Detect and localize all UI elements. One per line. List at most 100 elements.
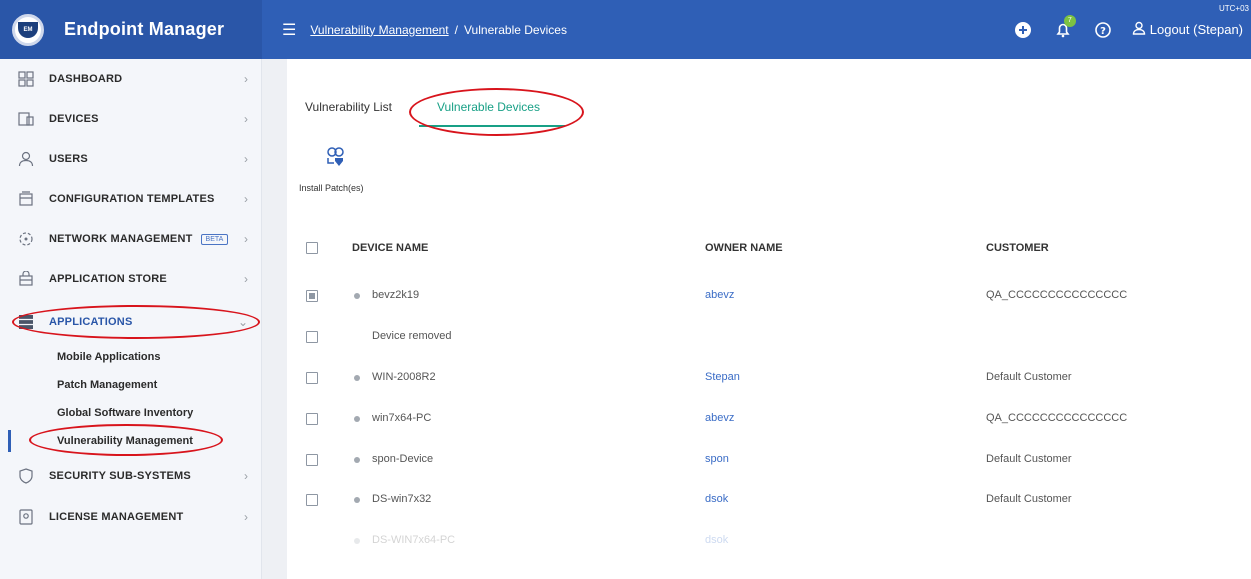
dashboard-icon [18, 71, 34, 87]
row-checkbox[interactable] [306, 454, 318, 466]
network-icon [18, 231, 34, 247]
breadcrumb-parent-link[interactable]: Vulnerability Management [310, 23, 448, 37]
chevron-right-icon: › [244, 510, 248, 524]
row-checkbox[interactable] [306, 331, 318, 343]
sidebar-item-label: APPLICATION STORE [49, 273, 167, 285]
sidebar-item-security-sub-systems[interactable]: SECURITY SUB-SYSTEMS › [0, 456, 262, 496]
brand[interactable]: EM Endpoint Manager [0, 0, 262, 59]
users-icon [18, 151, 34, 167]
sidebar-item-license-management[interactable]: LICENSE MANAGEMENT › [0, 497, 262, 537]
sidebar-item-label: LICENSE MANAGEMENT [49, 511, 184, 523]
svg-text:?: ? [1100, 26, 1106, 37]
topbar-actions: 7 ? Logout (Stepan) [992, 0, 1243, 59]
install-patch-button[interactable]: Install Patch(es) [299, 183, 364, 193]
sidebar-item-application-store[interactable]: APPLICATION STORE › [0, 259, 262, 299]
device-name[interactable]: DS-win7x32 [372, 493, 431, 505]
status-dot [354, 538, 360, 544]
top-bar: EM Endpoint Manager ☰ Vulnerability Mana… [0, 0, 1251, 59]
sidebar-subitem-mobile-applications[interactable]: Mobile Applications [57, 351, 161, 363]
annotation-oval-vulnerability-management [29, 424, 223, 456]
app-title: Endpoint Manager [64, 19, 225, 39]
device-name[interactable]: spon-Device [372, 453, 433, 465]
sidebar-item-label: SECURITY SUB-SYSTEMS [49, 470, 191, 482]
timezone-label: UTC+03 [1218, 4, 1249, 13]
row-checkbox[interactable] [306, 413, 318, 425]
sidebar-subitem-patch-management[interactable]: Patch Management [57, 379, 157, 391]
sidebar-item-label: USERS [49, 153, 88, 165]
sidebar: DASHBOARD › DEVICES › USERS › CONFIGURAT… [0, 59, 262, 579]
customer-name: QA_CCCCCCCCCCCCCCC [986, 412, 1128, 424]
tab-vulnerability-list[interactable]: Vulnerability List [305, 100, 392, 114]
device-name: Device removed [372, 330, 452, 342]
sidebar-item-label: DEVICES [49, 113, 99, 125]
column-header-owner-name[interactable]: OWNER NAME [705, 242, 783, 254]
column-header-device-name[interactable]: DEVICE NAME [352, 242, 428, 254]
device-name[interactable]: WIN-2008R2 [372, 371, 436, 383]
status-dot [354, 497, 360, 503]
owner-name-link[interactable]: dsok [705, 493, 728, 505]
sidebar-item-label: CONFIGURATION TEMPLATES [49, 193, 215, 205]
sidebar-item-devices[interactable]: DEVICES › [0, 99, 262, 139]
sidebar-subitem-global-software-inventory[interactable]: Global Software Inventory [57, 407, 193, 419]
annotation-oval-vulnerable-devices [409, 88, 584, 136]
customer-name: Default Customer [986, 453, 1072, 465]
install-patch-icon[interactable] [325, 146, 347, 168]
plus-circle-icon[interactable] [1014, 21, 1032, 39]
content-gutter [262, 59, 287, 579]
chevron-right-icon: › [244, 272, 248, 286]
beta-badge: BETA [200, 233, 229, 245]
owner-name-link[interactable]: Stepan [705, 371, 740, 383]
chevron-right-icon: › [244, 469, 248, 483]
notification-badge: 7 [1063, 14, 1076, 27]
status-dot [354, 293, 360, 299]
breadcrumb-current: Vulnerable Devices [464, 22, 567, 37]
active-indicator [8, 430, 11, 452]
logout-button[interactable]: Logout (Stepan) [1132, 21, 1243, 38]
row-checkbox[interactable] [306, 290, 318, 302]
menu-icon[interactable]: ☰ [282, 20, 296, 40]
devices-icon [18, 111, 34, 127]
status-dot [354, 457, 360, 463]
annotation-oval-applications [12, 305, 260, 339]
device-name[interactable]: win7x64-PC [372, 412, 431, 424]
owner-name-link[interactable]: abevz [705, 412, 734, 424]
select-all-checkbox[interactable] [306, 242, 318, 254]
status-dot [354, 375, 360, 381]
device-name[interactable]: bevz2k19 [372, 289, 419, 301]
store-icon [18, 271, 34, 287]
owner-name-link[interactable]: dsok [705, 534, 728, 546]
sidebar-item-configuration-templates[interactable]: CONFIGURATION TEMPLATES › [0, 179, 262, 219]
customer-name: QA_CCCCCCCCCCCCCCC [986, 289, 1128, 301]
shield-icon [18, 468, 34, 484]
chevron-right-icon: › [244, 152, 248, 166]
customer-name: Default Customer [986, 493, 1072, 505]
customer-name: Default Customer [986, 371, 1072, 383]
breadcrumb-separator: / [454, 22, 458, 37]
owner-name-link[interactable]: abevz [705, 289, 734, 301]
column-header-customer[interactable]: CUSTOMER [986, 242, 1049, 254]
chevron-right-icon: › [244, 112, 248, 126]
templates-icon [18, 191, 34, 207]
sidebar-item-dashboard[interactable]: DASHBOARD › [0, 59, 262, 99]
row-checkbox[interactable] [306, 372, 318, 384]
help-icon[interactable]: ? [1094, 21, 1112, 39]
sidebar-item-label: NETWORK MANAGEMENT [49, 233, 193, 245]
chevron-right-icon: › [244, 72, 248, 86]
license-icon [18, 509, 34, 525]
sidebar-item-users[interactable]: USERS › [0, 139, 262, 179]
owner-name-link[interactable]: spon [705, 453, 729, 465]
row-checkbox[interactable] [306, 494, 318, 506]
status-dot [354, 416, 360, 422]
device-name[interactable]: DS-WIN7x64-PC [372, 534, 455, 546]
user-icon [1132, 21, 1146, 38]
chevron-right-icon: › [244, 192, 248, 206]
chevron-right-icon: › [244, 232, 248, 246]
sidebar-item-network-management[interactable]: NETWORK MANAGEMENT BETA › [0, 219, 262, 259]
bell-icon[interactable]: 7 [1054, 14, 1076, 39]
breadcrumb: ☰ Vulnerability Management / Vulnerable … [282, 20, 567, 40]
sidebar-item-label: DASHBOARD [49, 73, 123, 85]
logo-text: EM [18, 21, 38, 38]
logout-label: Logout (Stepan) [1149, 22, 1243, 37]
logo: EM [12, 13, 44, 46]
main-content: Vulnerability List Vulnerable Devices In… [287, 80, 1251, 579]
